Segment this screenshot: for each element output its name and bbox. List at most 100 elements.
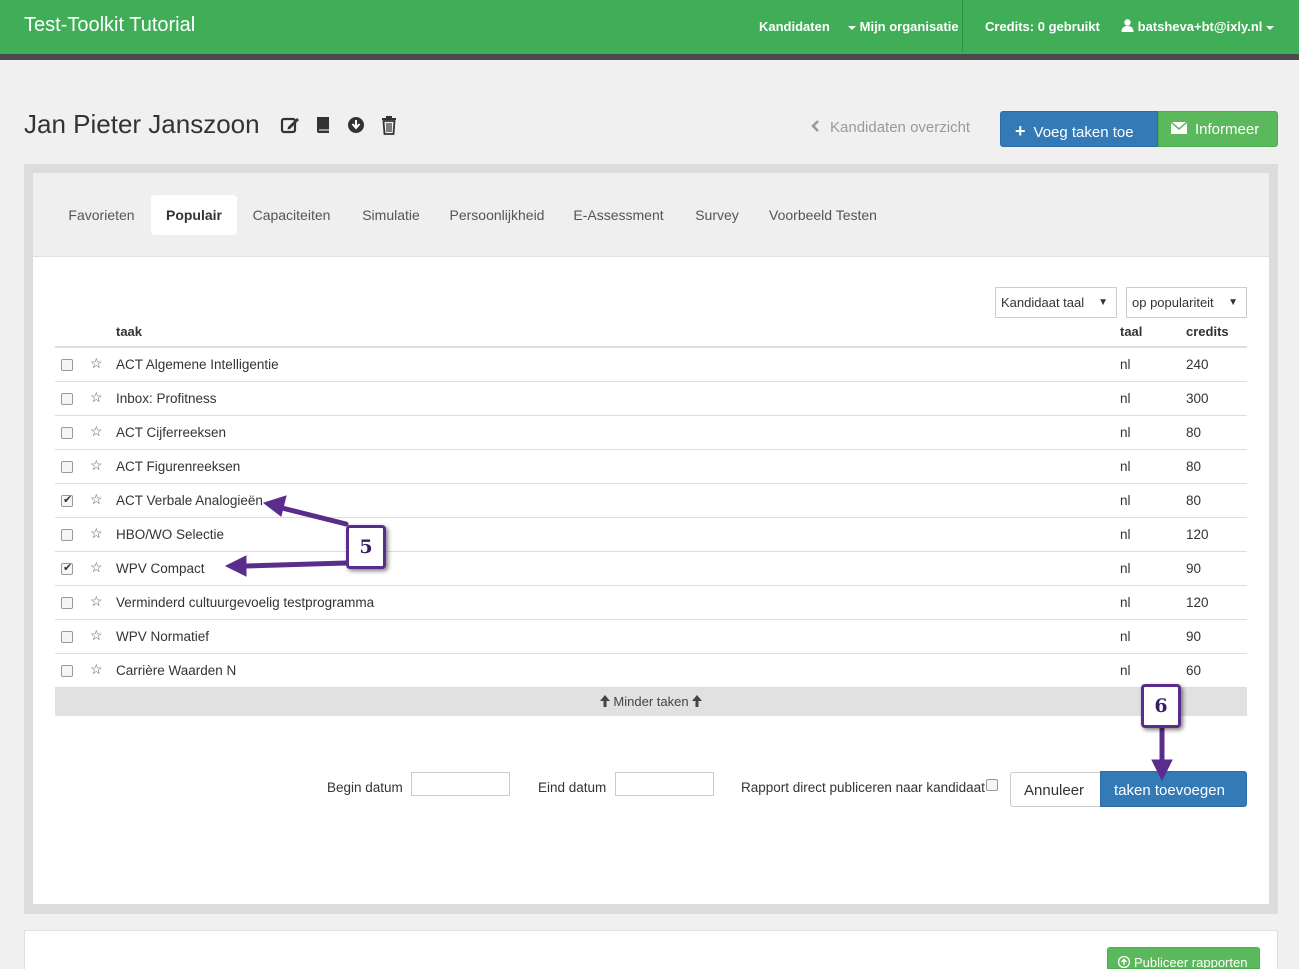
row-checkbox[interactable] [61,359,73,371]
table-row: ☆ Carrière Waarden N nl 60 [55,654,1247,688]
sort-select-value: op populariteit [1132,295,1214,310]
row-checkbox[interactable] [61,631,73,643]
task-lang: nl [1120,629,1131,644]
star-icon[interactable]: ☆ [90,355,103,372]
star-icon[interactable]: ☆ [90,627,103,644]
book-icon[interactable] [312,114,334,136]
chevron-left-icon [810,119,820,136]
sort-select[interactable]: op populariteit ▼ [1126,287,1247,318]
annotation-badge-step-6: 6 [1141,684,1181,728]
task-name: Verminderd cultuurgevoelig testprogramma [116,595,375,610]
task-credits: 80 [1186,493,1202,508]
language-select[interactable]: Kandidaat taal ▼ [995,287,1117,318]
reports-panel [24,930,1278,969]
envelope-icon [1170,121,1188,134]
table-row: ☆ ACT Cijferreeksen nl 80 [55,416,1247,450]
trash-icon[interactable] [378,114,400,136]
user-icon [1121,19,1134,32]
chevron-down-icon [1266,25,1275,30]
brand-title[interactable]: Test-Toolkit Tutorial [24,14,195,37]
row-checkbox[interactable] [61,427,73,439]
task-credits: 120 [1186,527,1209,542]
edit-icon[interactable] [279,114,301,136]
star-icon[interactable]: ☆ [90,559,103,576]
language-select-value: Kandidaat taal [1001,295,1085,310]
add-tasks-label: Voeg taken toe [1033,124,1134,141]
task-lang: nl [1120,459,1131,474]
nav-mijn-organisatie[interactable]: Mijn organisatie [848,19,959,34]
task-name: WPV Normatief [116,629,210,644]
star-icon[interactable]: ☆ [90,525,103,542]
add-tasks-button[interactable]: + Voeg taken toe [1000,111,1158,147]
star-icon[interactable]: ☆ [90,661,103,678]
less-tasks-toggle[interactable]: Minder taken [55,688,1247,716]
tab-favorieten[interactable]: Favorieten [56,195,147,235]
publish-reports-button[interactable]: Publiceer rapporten [1107,947,1260,969]
tab-capaciteiten[interactable]: Capaciteiten [242,195,341,235]
task-lang: nl [1120,391,1131,406]
task-credits: 90 [1186,561,1202,576]
nav-credits: Credits: 0 gebruikt [985,19,1100,34]
nav-kandidaten[interactable]: Kandidaten [759,19,830,34]
back-link-label: Kandidaten overzicht [830,119,971,136]
user-email: batsheva+bt@ixly.nl [1137,19,1263,34]
task-credits: 80 [1186,459,1202,474]
column-header-task: taak [116,324,143,339]
tab-persoonlijkheid[interactable]: Persoonlijkheid [441,195,553,235]
download-icon[interactable] [345,114,367,136]
star-icon[interactable]: ☆ [90,389,103,406]
table-row: ☆ Inbox: Profitness nl 300 [55,382,1247,416]
task-lang: nl [1120,425,1131,440]
tab-populair[interactable]: Populair [151,195,237,235]
task-name: WPV Compact [116,561,205,576]
user-menu[interactable]: batsheva+bt@ixly.nl [1121,19,1275,34]
tab-voorbeeld-testen[interactable]: Voorbeeld Testen [760,195,886,235]
task-lang: nl [1120,595,1131,610]
table-row: ☆ ACT Figurenreeksen nl 80 [55,450,1247,484]
table-row: ☆ ACT Algemene Intelligentie nl 240 [55,348,1247,382]
row-checkbox[interactable] [61,461,73,473]
table-row: ☆ WPV Normatief nl 90 [55,620,1247,654]
task-name: HBO/WO Selectie [116,527,225,542]
task-name: ACT Algemene Intelligentie [116,357,279,372]
nav-organisatie-label: Mijn organisatie [859,19,959,34]
star-icon[interactable]: ☆ [90,423,103,440]
star-icon[interactable]: ☆ [90,593,103,610]
table-row: ☆ ACT Verbale Analogieën nl 80 [55,484,1247,518]
task-credits: 120 [1186,595,1209,610]
tab-survey[interactable]: Survey [684,195,750,235]
task-lang: nl [1120,493,1131,508]
publish-report-label: Rapport direct publiceren naar kandidaat [741,780,985,795]
table-row: ☆ HBO/WO Selectie nl 120 [55,518,1247,552]
end-date-input[interactable] [615,772,714,796]
star-icon[interactable]: ☆ [90,491,103,508]
row-checkbox[interactable] [61,665,73,677]
row-checkbox[interactable] [61,393,73,405]
row-checkbox[interactable] [61,561,73,575]
row-checkbox[interactable] [61,597,73,609]
inform-button[interactable]: Informeer [1158,111,1278,147]
task-credits: 240 [1186,357,1209,372]
row-checkbox[interactable] [61,493,73,507]
tab-simulatie[interactable]: Simulatie [351,195,431,235]
annotation-badge-step-5: 5 [346,525,386,569]
publish-reports-label: Publiceer rapporten [1134,955,1248,969]
star-icon[interactable]: ☆ [90,457,103,474]
tab-e-assessment[interactable]: E-Assessment [563,195,674,235]
cancel-button[interactable]: Annuleer [1010,772,1101,807]
publish-report-checkbox[interactable] [986,779,998,791]
begin-date-input[interactable] [411,772,510,796]
end-date-label: Eind datum [538,780,607,795]
task-lang: nl [1120,663,1131,678]
column-header-credits: credits [1186,324,1229,339]
column-header-lang: taal [1120,324,1143,339]
table-row: ☆ Verminderd cultuurgevoelig testprogram… [55,586,1247,620]
task-name: Carrière Waarden N [116,663,237,678]
row-checkbox[interactable] [61,529,73,541]
inform-label: Informeer [1195,121,1260,138]
back-to-candidates-link[interactable]: Kandidaten overzicht [810,119,970,136]
top-navbar: Test-Toolkit Tutorial Kandidaten Mijn or… [0,0,1299,54]
add-tasks-submit-button[interactable]: taken toevoegen [1100,771,1247,807]
table-row: ☆ WPV Compact nl 90 [55,552,1247,586]
arrow-up-icon [692,695,703,707]
